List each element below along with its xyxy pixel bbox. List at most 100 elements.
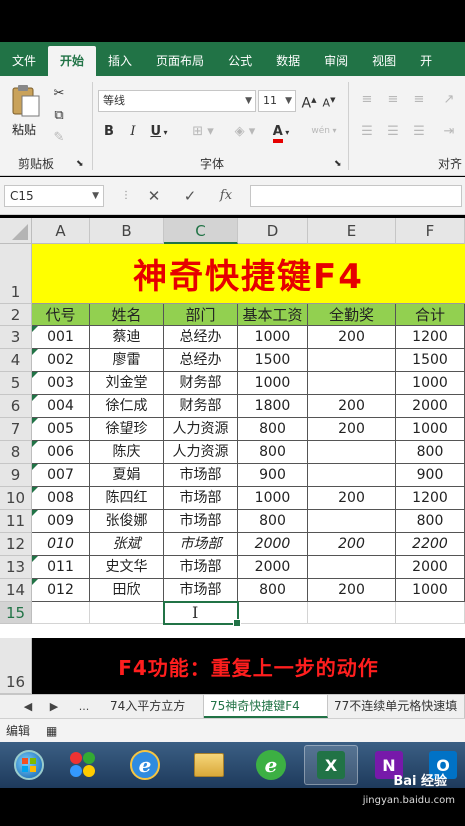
table-cell[interactable]: 1000	[396, 579, 465, 602]
tab-view[interactable]: 视图	[360, 46, 408, 76]
font-launcher-icon[interactable]: ⬊	[334, 154, 342, 174]
table-header-cell[interactable]: 代号	[32, 304, 90, 326]
table-header-cell[interactable]: 姓名	[90, 304, 164, 326]
table-cell[interactable]: 1000	[396, 372, 465, 395]
row-header[interactable]: 3	[0, 326, 32, 349]
table-cell[interactable]: 财务部	[164, 372, 238, 395]
align-bottom-icon[interactable]: ≡	[410, 90, 428, 110]
table-cell[interactable]: 1000	[238, 487, 308, 510]
table-cell[interactable]: 200	[308, 395, 396, 418]
table-cell[interactable]: 200	[308, 418, 396, 441]
italic-button[interactable]: I	[124, 122, 142, 142]
table-cell[interactable]	[308, 510, 396, 533]
table-cell[interactable]: 800	[238, 441, 308, 464]
table-cell[interactable]	[308, 372, 396, 395]
table-cell[interactable]: 市场部	[164, 579, 238, 602]
align-right-icon[interactable]: ☰	[410, 122, 428, 142]
row-header[interactable]: 16	[0, 638, 32, 694]
column-header-e[interactable]: E	[308, 218, 396, 244]
table-header-cell[interactable]: 合计	[396, 304, 465, 326]
column-header-c[interactable]: C	[164, 218, 238, 244]
table-cell[interactable]: 人力资源	[164, 418, 238, 441]
table-cell[interactable]: 财务部	[164, 395, 238, 418]
table-header-cell[interactable]: 全勤奖	[308, 304, 396, 326]
table-cell[interactable]: 200	[308, 487, 396, 510]
table-cell[interactable]: 005	[32, 418, 90, 441]
row-header[interactable]: 6	[0, 395, 32, 418]
orientation-icon[interactable]: ↗	[438, 90, 460, 110]
table-cell[interactable]: 1500	[396, 349, 465, 372]
font-color-button[interactable]: A ▾	[266, 122, 296, 143]
table-cell[interactable]: 012	[32, 579, 90, 602]
clipboard-launcher-icon[interactable]: ⬊	[76, 154, 84, 174]
taskbar-app-store[interactable]	[56, 745, 110, 785]
phonetic-button[interactable]: wén ▾	[306, 120, 342, 141]
cancel-entry-button[interactable]: ✕	[140, 185, 168, 207]
sheet-tab[interactable]: 74入平方立方	[104, 695, 204, 718]
table-cell[interactable]: 2200	[396, 533, 465, 556]
table-cell[interactable]: 010	[32, 533, 90, 556]
table-cell[interactable]	[308, 556, 396, 579]
sheet-tab[interactable]: 77不连续单元格快速填	[328, 695, 465, 718]
table-cell[interactable]: 史文华	[90, 556, 164, 579]
table-cell[interactable]: 总经办	[164, 349, 238, 372]
macro-record-icon[interactable]: ▦	[46, 719, 57, 743]
taskbar-ie-green[interactable]: e	[244, 745, 298, 785]
table-cell[interactable]: 002	[32, 349, 90, 372]
table-header-cell[interactable]: 部门	[164, 304, 238, 326]
table-cell[interactable]: 1000	[238, 372, 308, 395]
select-all-corner[interactable]	[0, 218, 32, 244]
column-header-a[interactable]: A	[32, 218, 90, 244]
table-cell[interactable]: 200	[308, 533, 396, 556]
table-cell[interactable]: 田欣	[90, 579, 164, 602]
table-cell[interactable]: 1800	[238, 395, 308, 418]
table-cell[interactable]: 徐望珍	[90, 418, 164, 441]
table-cell[interactable]: 2000	[396, 395, 465, 418]
table-cell[interactable]	[308, 602, 396, 624]
copy-icon[interactable]: ⧉	[50, 106, 68, 126]
table-cell[interactable]	[396, 602, 465, 624]
table-header-cell[interactable]: 基本工资	[238, 304, 308, 326]
align-top-icon[interactable]: ≡	[358, 90, 376, 110]
table-cell[interactable]: 800	[396, 441, 465, 464]
sheet-nav-next-button[interactable]: ▶	[44, 695, 64, 719]
table-cell[interactable]	[308, 464, 396, 487]
table-cell[interactable]: 市场部	[164, 510, 238, 533]
table-cell[interactable]: 007	[32, 464, 90, 487]
table-cell[interactable]: 市场部	[164, 464, 238, 487]
column-header-b[interactable]: B	[90, 218, 164, 244]
table-cell[interactable]: 市场部	[164, 556, 238, 579]
font-name-dropdown[interactable]: 等线 ▼	[98, 90, 256, 112]
name-box[interactable]: C15 ▼	[4, 185, 104, 207]
table-cell[interactable]	[308, 441, 396, 464]
column-header-d[interactable]: D	[238, 218, 308, 244]
row-header[interactable]: 1	[0, 244, 32, 304]
title-banner[interactable]: 神奇快捷键F4	[32, 244, 465, 304]
tab-review[interactable]: 审阅	[312, 46, 360, 76]
insert-function-button[interactable]: fx	[212, 185, 240, 207]
sheet-nav-prev-button[interactable]: ◀	[18, 695, 38, 719]
taskbar-excel[interactable]: X	[304, 745, 358, 785]
taskbar-explorer[interactable]	[182, 745, 236, 785]
sheet-tab-active[interactable]: 75神奇快捷键F4	[204, 695, 328, 718]
align-center-icon[interactable]: ☰	[384, 122, 402, 142]
row-header[interactable]: 10	[0, 487, 32, 510]
row-header[interactable]: 9	[0, 464, 32, 487]
table-cell[interactable]: 003	[32, 372, 90, 395]
table-cell[interactable]: 1500	[238, 349, 308, 372]
bold-button[interactable]: B	[100, 122, 118, 142]
table-cell[interactable]: 陈庆	[90, 441, 164, 464]
borders-icon[interactable]: ⊞ ▾	[188, 122, 218, 142]
fill-color-icon[interactable]: ◈ ▾	[230, 122, 260, 142]
confirm-entry-button[interactable]: ✓	[176, 185, 204, 207]
tab-home[interactable]: 开始	[48, 46, 97, 76]
table-cell[interactable]: 徐仁成	[90, 395, 164, 418]
tab-insert[interactable]: 插入	[96, 46, 144, 76]
table-cell[interactable]: 廖雷	[90, 349, 164, 372]
row-header[interactable]: 13	[0, 556, 32, 579]
row-header[interactable]: 7	[0, 418, 32, 441]
underline-button[interactable]: U ▾	[146, 122, 172, 143]
table-cell[interactable]: 900	[238, 464, 308, 487]
table-cell[interactable]	[90, 602, 164, 624]
table-cell[interactable]: 2000	[238, 556, 308, 579]
